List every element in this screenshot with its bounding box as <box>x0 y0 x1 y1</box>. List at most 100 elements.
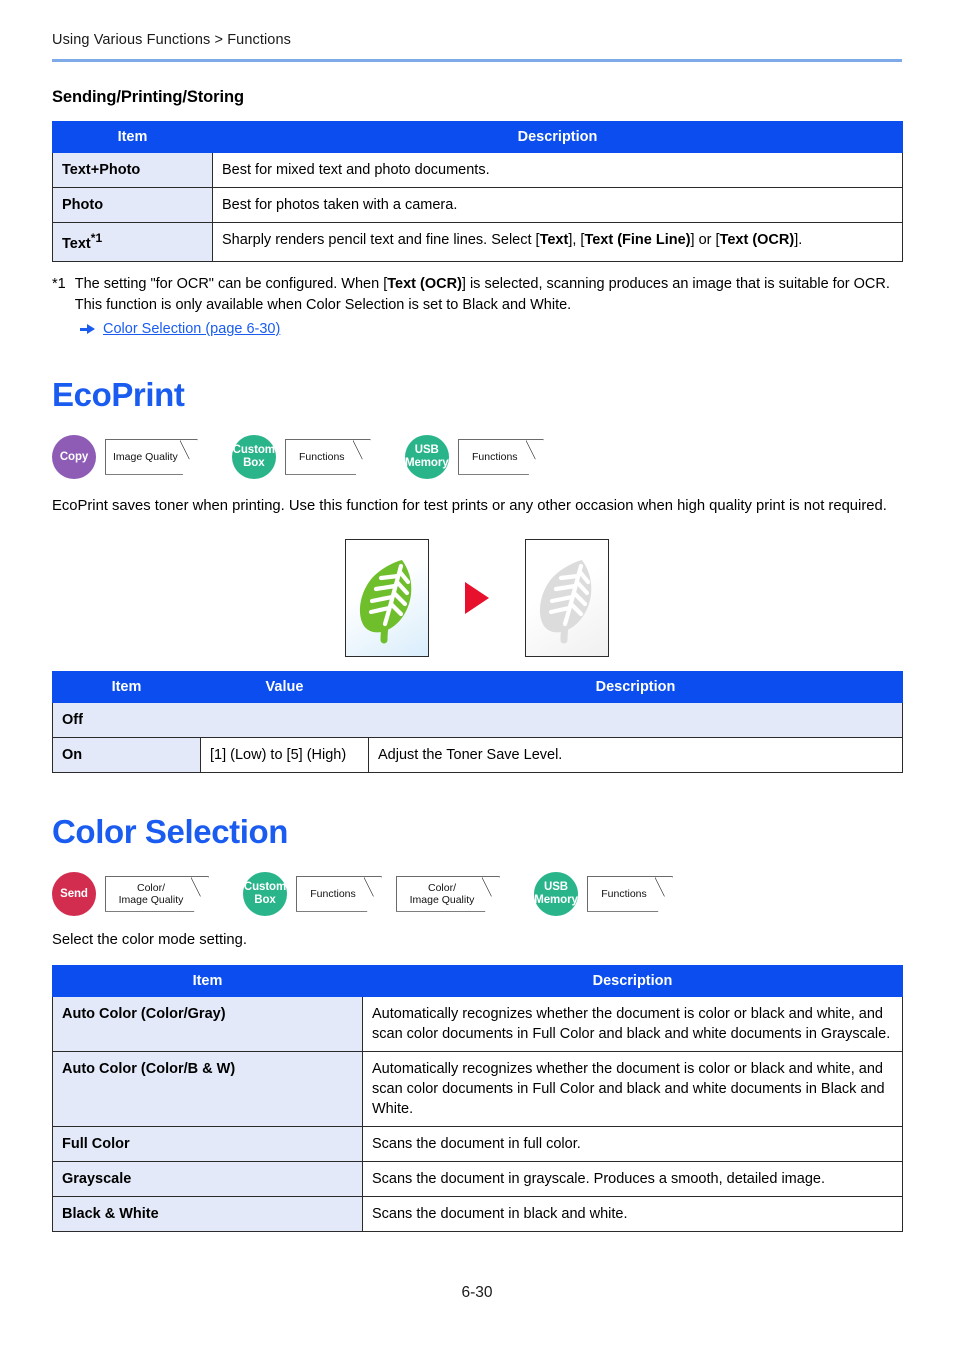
table-body: Text+Photo Best for mixed text and photo… <box>52 152 903 262</box>
column-header-item: Item <box>52 964 363 997</box>
column-header-description: Description <box>362 964 903 997</box>
badge-tag-label: Color/ Image Quality <box>410 882 475 907</box>
cell-item: On <box>52 736 201 773</box>
page-title-color-selection: Color Selection <box>52 812 289 850</box>
column-header-item: Item <box>52 670 201 703</box>
ecoprint-figure <box>52 538 902 657</box>
cell-description: Automatically recognizes whether the doc… <box>362 1050 903 1127</box>
table-ecoprint: Item Value Description Off On [1] (Low) … <box>52 670 903 773</box>
badge-circle-usb-memory: USB Memory <box>404 434 449 479</box>
badge-circle-send: Send <box>52 871 96 916</box>
table-row: Full Color Scans the document in full co… <box>52 1125 903 1162</box>
cell-item: Grayscale <box>52 1160 363 1197</box>
table-header-row: Item Value Description <box>52 670 903 703</box>
badge-tag-label: Functions <box>299 450 345 463</box>
badge-tag-color-image-quality: Color/ Image Quality <box>396 876 500 912</box>
cell-value: [1] (Low) to [5] (High) <box>200 736 369 773</box>
page-number: 6-30 <box>461 1284 493 1301</box>
badge-tag-label: Color/ Image Quality <box>119 882 184 907</box>
table-row: Text+Photo Best for mixed text and photo… <box>52 152 903 188</box>
badge-tag-functions: Functions <box>285 439 371 475</box>
badge-tag-line: Image Quality <box>118 893 184 906</box>
badge-tag-label: Functions <box>310 887 356 900</box>
table-body: Off On [1] (Low) to [5] (High) Adjust th… <box>52 701 903 773</box>
badge-tag-label: Image Quality <box>113 450 178 463</box>
table-body: Auto Color (Color/Gray) Automatically re… <box>52 995 903 1232</box>
badge-tag-color-image-quality: Color/ Image Quality <box>105 876 209 912</box>
section-heading-sending-printing-storing: Sending/Printing/Storing <box>52 88 244 106</box>
cell-item: Off <box>52 701 903 738</box>
ecoprint-description: EcoPrint saves toner when printing. Use … <box>52 497 887 514</box>
table-row: Off <box>52 701 903 738</box>
table-header-row: Item Description <box>52 121 903 153</box>
badge-circle-usb-memory: USB Memory <box>534 871 578 916</box>
badge-tag-line: Color/ <box>136 881 165 894</box>
table-row: Auto Color (Color/Gray) Automatically re… <box>52 995 903 1052</box>
red-right-triangle-icon <box>465 581 489 614</box>
rich-text: Sharply renders pencil text and fine lin… <box>222 232 803 248</box>
badge-tag-functions: Functions <box>587 876 673 912</box>
cell-description: Sharply renders pencil text and fine lin… <box>212 222 903 262</box>
badge-tag-functions: Functions <box>296 876 382 912</box>
cross-reference-link[interactable]: Color Selection (page 6-30) <box>103 319 280 340</box>
breadcrumb: Using Various Functions > Functions <box>52 32 291 48</box>
color-selection-description: Select the color mode setting. <box>52 931 247 948</box>
badge-tag-label: Functions <box>601 887 647 900</box>
cell-item: Black & White <box>52 1195 363 1232</box>
table-row: Black & White Scans the document in blac… <box>52 1195 903 1232</box>
cell-description: Best for photos taken with a camera. <box>212 187 903 223</box>
table-row: Photo Best for photos taken with a camer… <box>52 187 903 223</box>
cell-description: Scans the document in black and white. <box>362 1195 903 1232</box>
footnote-text: The setting "for OCR" can be configured.… <box>74 275 890 313</box>
badge-circle-custom-box: Custom Box <box>231 434 276 479</box>
badge-group-custom-box: Custom Box Functions Color/ Image Qualit… <box>243 871 500 916</box>
cell-description: Best for mixed text and photo documents. <box>212 152 903 188</box>
badge-circle-custom-box: Custom Box <box>243 871 287 916</box>
table-color-selection: Item Description Auto Color (Color/Gray)… <box>52 964 903 1232</box>
document-page: Using Various Functions > Functions Send… <box>0 0 954 1350</box>
cell-item-label: Text <box>62 235 91 252</box>
green-leaf-image <box>345 538 429 657</box>
cell-item: Full Color <box>52 1125 363 1162</box>
footnote-block: *1 The setting "for OCR" can be configur… <box>52 274 902 340</box>
cell-description: Adjust the Toner Save Level. <box>368 736 903 773</box>
badge-circle-copy: Copy <box>52 434 96 479</box>
cell-item: Auto Color (Color/B & W) <box>52 1050 363 1127</box>
table-row: Grayscale Scans the document in grayscal… <box>52 1160 903 1197</box>
arrow-right-icon <box>80 324 95 335</box>
badge-tag-functions: Functions <box>458 439 544 475</box>
header-rule <box>52 59 902 62</box>
badge-tag-label: Functions <box>472 450 518 463</box>
table-row: On [1] (Low) to [5] (High) Adjust the To… <box>52 736 903 773</box>
badge-group-send: Send Color/ Image Quality <box>52 871 209 916</box>
badge-row-ecoprint: Copy Image Quality Custom Box Functions … <box>52 434 902 479</box>
badge-tag-line: Image Quality <box>409 893 475 906</box>
badge-group-custom-box: Custom Box Functions <box>231 434 371 479</box>
cell-description: Automatically recognizes whether the doc… <box>362 995 903 1052</box>
footnote-mark: *1 <box>52 275 66 292</box>
column-header-description: Description <box>368 670 903 703</box>
badge-tag-line: Color/ <box>427 881 456 894</box>
badge-group-usb-memory: USB Memory Functions <box>404 434 544 479</box>
column-header-value: Value <box>200 670 369 703</box>
footnote-marker: *1 <box>90 231 103 245</box>
badge-group-usb-memory: USB Memory Functions <box>534 871 673 916</box>
cell-item: Auto Color (Color/Gray) <box>52 995 363 1052</box>
column-header-description: Description <box>212 121 903 153</box>
table-row: Auto Color (Color/B & W) Automatically r… <box>52 1050 903 1127</box>
gray-leaf-image <box>525 538 609 657</box>
column-header-item: Item <box>52 121 213 153</box>
cell-description: Scans the document in full color. <box>362 1125 903 1162</box>
badge-group-copy: Copy Image Quality <box>52 434 198 479</box>
table-sending-printing-storing: Item Description Text+Photo Best for mix… <box>52 121 903 262</box>
cell-description: Scans the document in grayscale. Produce… <box>362 1160 903 1197</box>
cell-item: Photo <box>52 187 213 223</box>
page-title-ecoprint: EcoPrint <box>52 375 185 413</box>
table-row: Text*1 Sharply renders pencil text and f… <box>52 222 903 262</box>
table-header-row: Item Description <box>52 964 903 997</box>
badge-tag-image-quality: Image Quality <box>105 439 198 475</box>
badge-row-color-selection: Send Color/ Image Quality Custom Box Fun… <box>52 871 902 916</box>
cell-item: Text+Photo <box>52 152 213 188</box>
footnote-link-row[interactable]: Color Selection (page 6-30) <box>80 319 902 340</box>
cell-item: Text*1 <box>52 222 213 262</box>
